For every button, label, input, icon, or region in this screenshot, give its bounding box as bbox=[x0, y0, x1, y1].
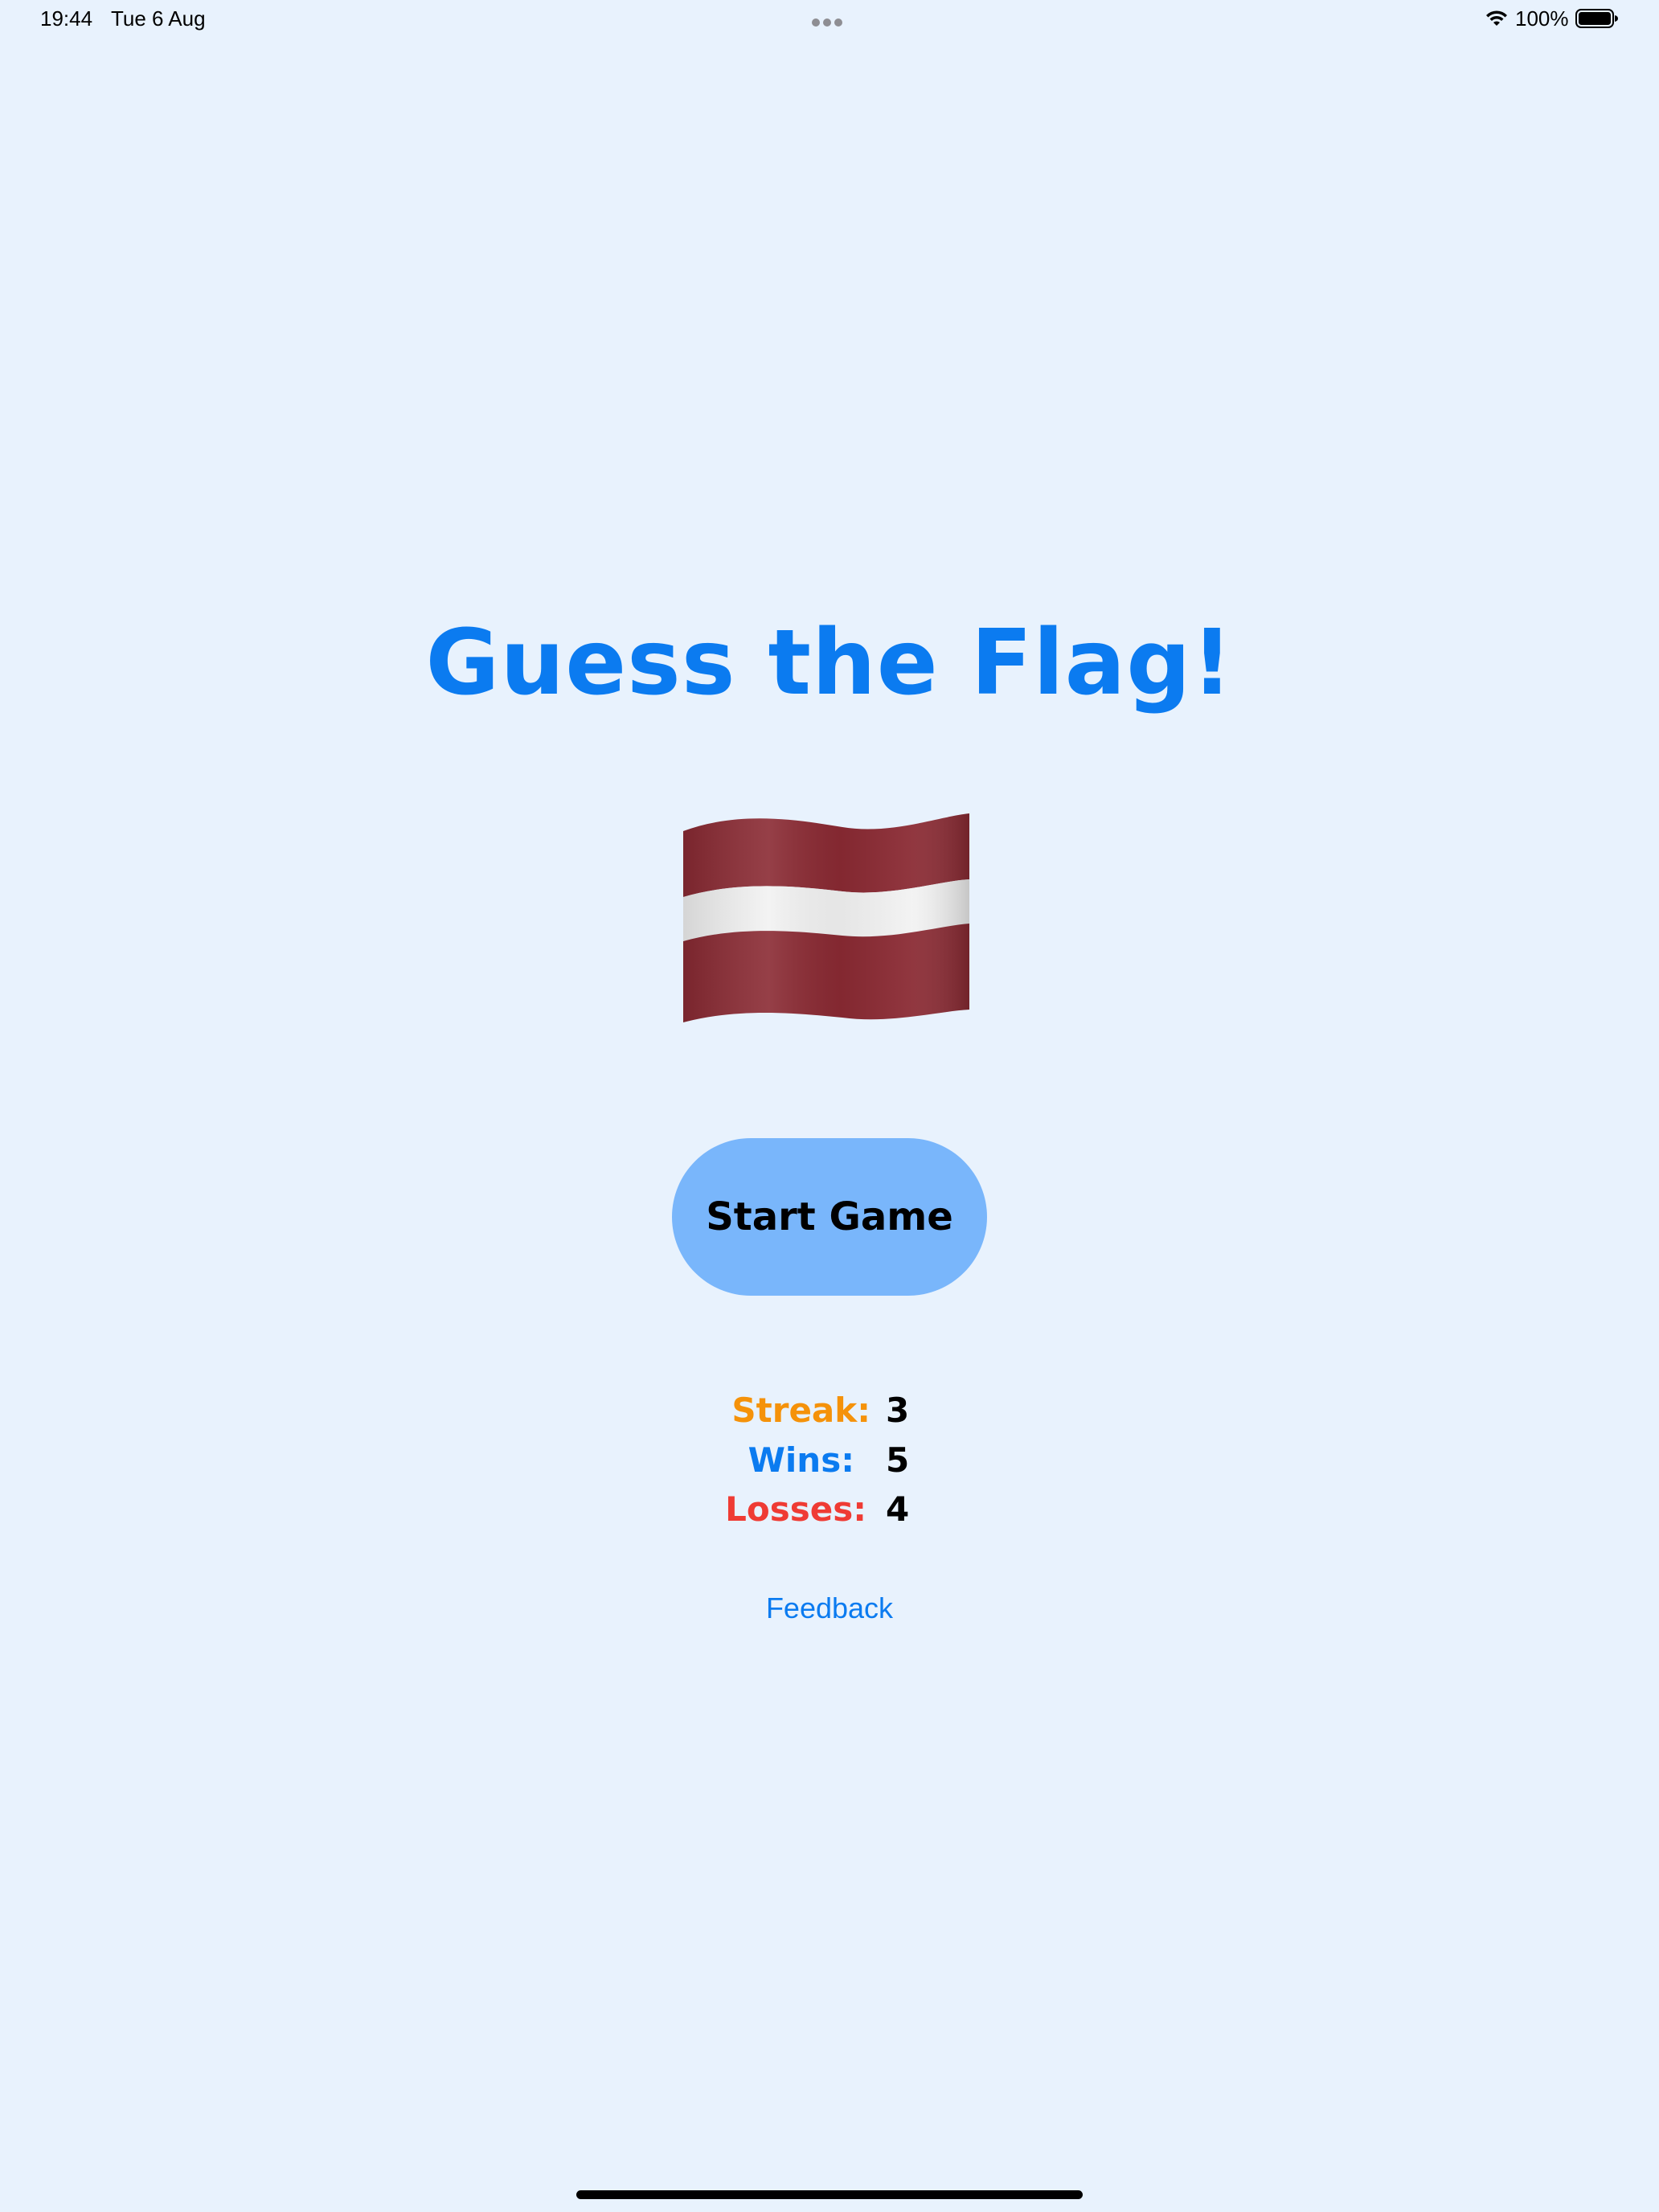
streak-label: Streak: bbox=[731, 1391, 870, 1430]
losses-value: 4 bbox=[886, 1489, 910, 1529]
status-time: 19:44 bbox=[40, 6, 93, 31]
feedback-link[interactable]: Feedback bbox=[0, 1591, 1659, 1625]
status-date: Tue 6 Aug bbox=[111, 6, 206, 31]
home-indicator[interactable] bbox=[576, 2190, 1083, 2199]
status-bar: 19:44 Tue 6 Aug 100% bbox=[0, 0, 1659, 39]
wifi-icon bbox=[1486, 10, 1507, 26]
wins-value: 5 bbox=[886, 1440, 910, 1480]
streak-value: 3 bbox=[886, 1391, 910, 1430]
page-title: Guess the Flag! bbox=[425, 611, 1234, 715]
multitasking-dots-icon[interactable] bbox=[812, 14, 847, 27]
battery-full-icon bbox=[1575, 9, 1618, 28]
battery-percent: 100% bbox=[1515, 6, 1569, 31]
start-game-button[interactable]: Start Game bbox=[672, 1138, 987, 1296]
wins-label: Wins: bbox=[748, 1440, 854, 1480]
latvia-flag-icon bbox=[683, 813, 969, 1022]
losses-label: Losses: bbox=[725, 1489, 866, 1529]
